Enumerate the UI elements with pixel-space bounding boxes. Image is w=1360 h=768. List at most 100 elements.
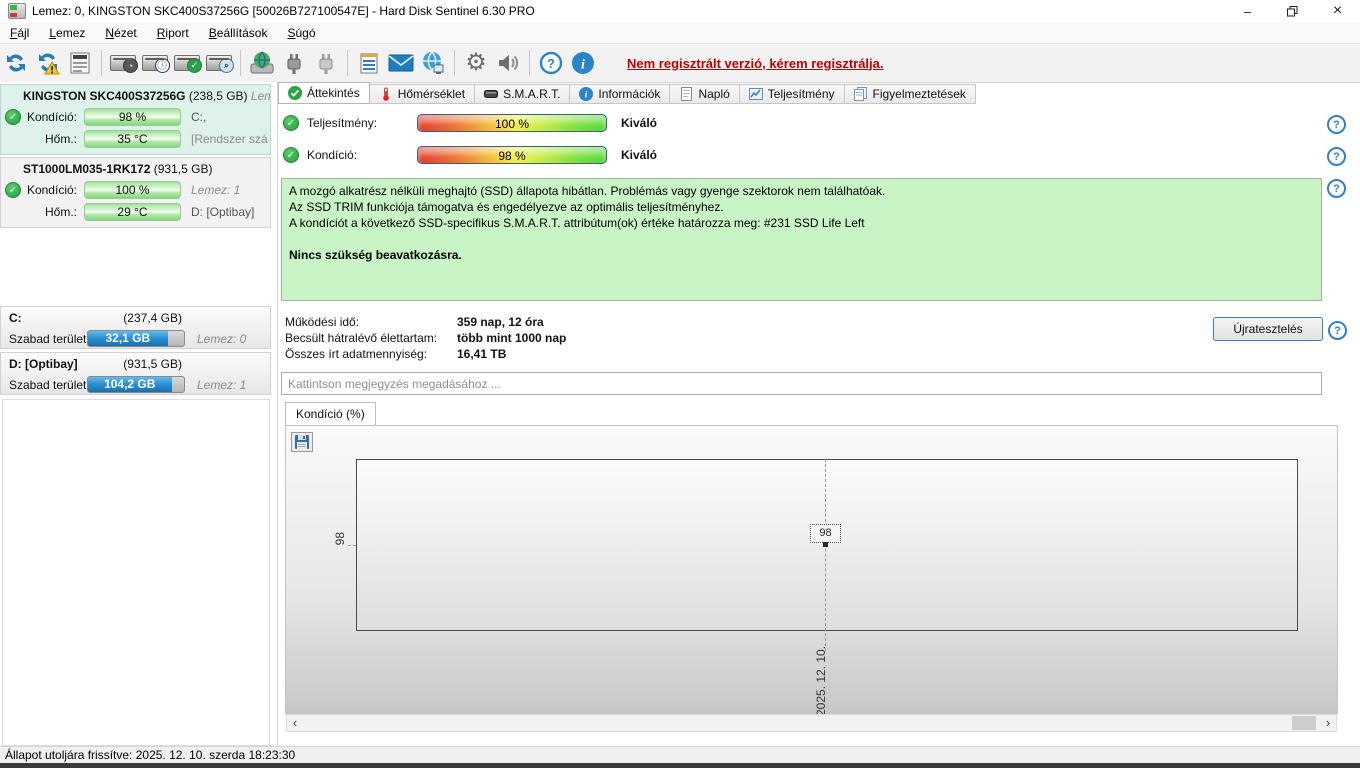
free-space-label: Szabad terület (9, 377, 87, 392)
document-icon (680, 87, 692, 101)
refresh-button[interactable] (1, 48, 31, 78)
minimize-button[interactable]: – (1225, 0, 1270, 22)
chart-icon (748, 88, 763, 100)
disk-partition-ref: [Rendszer szá (191, 132, 268, 146)
condition-bar: 98 % (417, 146, 607, 164)
disk-size: (931,5 GB) (153, 162, 213, 176)
toolbar: ◔ 🕓 ✓ ⌕ ⚙ ? i Nem regisztrált verzió, ké… (0, 44, 1360, 83)
partition-item-d[interactable]: D: [Optibay] (931,5 GB) Szabad terület 1… (0, 352, 271, 395)
scroll-right-icon[interactable]: › (1320, 715, 1336, 731)
free-space-bar: 32,1 GB (87, 330, 185, 347)
toolbar-separator (240, 50, 241, 76)
partition-disk-ref: Lemez: 1 (197, 377, 247, 392)
help-button[interactable]: ? (536, 48, 566, 78)
log-icon (360, 53, 378, 74)
free-space-label: Szabad terület (9, 331, 87, 346)
clock-icon: 🕓 (155, 58, 170, 73)
svg-text:?: ? (547, 56, 555, 71)
menu-fajl[interactable]: Fájl (0, 23, 39, 43)
menu-riport[interactable]: Riport (147, 23, 199, 43)
partition-item-c[interactable]: C: (237,4 GB) Szabad terület 32,1 GB Lem… (0, 306, 271, 349)
retest-button[interactable]: Újratesztelés (1213, 317, 1323, 341)
plug-disconnect-button[interactable] (311, 48, 341, 78)
restore-button[interactable] (1270, 0, 1315, 22)
temp-value: 29 °C (84, 203, 181, 221)
performance-row: ✓ Teljesítmény: 100 % Kiváló (281, 113, 657, 133)
status-advice: Nincs szükség beavatkozásra. (289, 248, 462, 262)
app-icon (8, 3, 26, 19)
menu-beallitasok[interactable]: Beállítások (199, 23, 278, 43)
tab-smart[interactable]: S.M.A.R.T. (475, 84, 571, 104)
chart-horizontal-scrollbar[interactable]: ‹ › (286, 714, 1337, 732)
help-icon[interactable]: ? (1327, 179, 1346, 198)
y-axis-tick: 98 (333, 532, 347, 546)
tab-naplo[interactable]: Napló (670, 84, 740, 104)
network-disk-button[interactable] (247, 48, 277, 78)
save-chart-button[interactable] (291, 432, 313, 452)
stat-label: Összes írt adatmennyiség: (285, 347, 428, 361)
comment-input[interactable] (281, 372, 1322, 395)
health-ok-icon: ✓ (5, 182, 21, 198)
report-button[interactable] (65, 48, 95, 78)
gauge-icon: ◔ (123, 58, 138, 73)
plug-connect-button[interactable] (279, 48, 309, 78)
health-ok-icon: ✓ (5, 109, 21, 125)
disk-icon (484, 90, 499, 98)
disk-item-kingston[interactable]: KINGSTON SKC400S37256G (238,5 GB) Lem ✓ … (0, 84, 271, 155)
tab-attekintes[interactable]: Áttekintés (278, 82, 370, 104)
scrollbar-thumb[interactable] (1292, 716, 1316, 730)
status-line: A mozgó alkatrész nélküli meghajtó (SSD)… (289, 184, 886, 198)
restore-icon (1287, 5, 1298, 16)
menu-lemez[interactable]: Lemez (39, 23, 95, 43)
condition-rating: Kiváló (621, 148, 658, 162)
detail-tab-bar: Áttekintés Hőmérséklet S.M.A.R.T. i Info… (278, 82, 976, 104)
disk-test-button[interactable]: ◔ (108, 48, 138, 78)
partition-name: D: [Optibay] (9, 356, 78, 371)
help-icon[interactable]: ? (1328, 321, 1347, 340)
info-icon: i (572, 52, 594, 74)
disk-search-button[interactable]: ⌕ (204, 48, 234, 78)
toolbar-separator (101, 50, 102, 76)
refresh-warning-button[interactable] (33, 48, 63, 78)
stat-label: Működési idő: (285, 315, 360, 329)
menu-bar: Fájl Lemez Nézet Riport Beállítások Súgó (0, 22, 1360, 44)
toolbar-separator (454, 50, 455, 76)
tab-teljesitmeny[interactable]: Teljesítmény (739, 84, 845, 104)
register-link[interactable]: Nem regisztrált verzió, kérem regisztrál… (627, 56, 884, 71)
network-globe-icon (423, 51, 444, 74)
sound-button[interactable] (493, 48, 523, 78)
help-icon[interactable]: ? (1327, 147, 1346, 166)
check-icon: ✓ (187, 58, 202, 73)
temp-value: 35 °C (84, 130, 181, 148)
refresh-warning-icon (39, 53, 60, 75)
tab-figyelmeztetesek[interactable]: Figyelmeztetések (844, 84, 976, 104)
about-button[interactable]: i (568, 48, 598, 78)
tab-homerseklet[interactable]: Hőmérséklet (369, 84, 476, 104)
menu-sugo[interactable]: Súgó (277, 23, 325, 43)
plug-icon (287, 54, 301, 74)
performance-bar: 100 % (417, 114, 607, 132)
menu-nezet[interactable]: Nézet (95, 23, 146, 43)
email-button[interactable] (386, 48, 416, 78)
disk-item-seagate[interactable]: ST1000LM035-1RK172 (931,5 GB) ✓ Kondíció… (0, 157, 271, 228)
magnifier-icon: ⌕ (219, 58, 234, 73)
log-button[interactable] (354, 48, 384, 78)
disk-ok-button[interactable]: ✓ (172, 48, 202, 78)
disk-size: (238,5 GB) (188, 89, 248, 103)
chart-tab-kondicio[interactable]: Kondíció (%) (285, 402, 376, 425)
close-icon: × (1332, 2, 1343, 19)
gear-icon: ⚙ (465, 49, 487, 76)
partition-disk-ref: Lemez: 0 (197, 331, 247, 346)
close-button[interactable]: × (1315, 0, 1360, 22)
tab-informaciok[interactable]: i Információk (570, 84, 671, 104)
condition-value: 98 % (84, 108, 181, 126)
sidebar-empty-area (2, 399, 270, 746)
disk-schedule-button[interactable]: 🕓 (140, 48, 170, 78)
settings-button[interactable]: ⚙ (461, 48, 491, 78)
check-circle-icon (288, 86, 302, 100)
network-share-button[interactable] (418, 48, 448, 78)
title-bar: Lemez: 0, KINGSTON SKC400S37256G [50026B… (0, 0, 1360, 22)
help-icon[interactable]: ? (1327, 115, 1346, 134)
scroll-left-icon[interactable]: ‹ (287, 715, 303, 731)
toolbar-separator (347, 50, 348, 76)
